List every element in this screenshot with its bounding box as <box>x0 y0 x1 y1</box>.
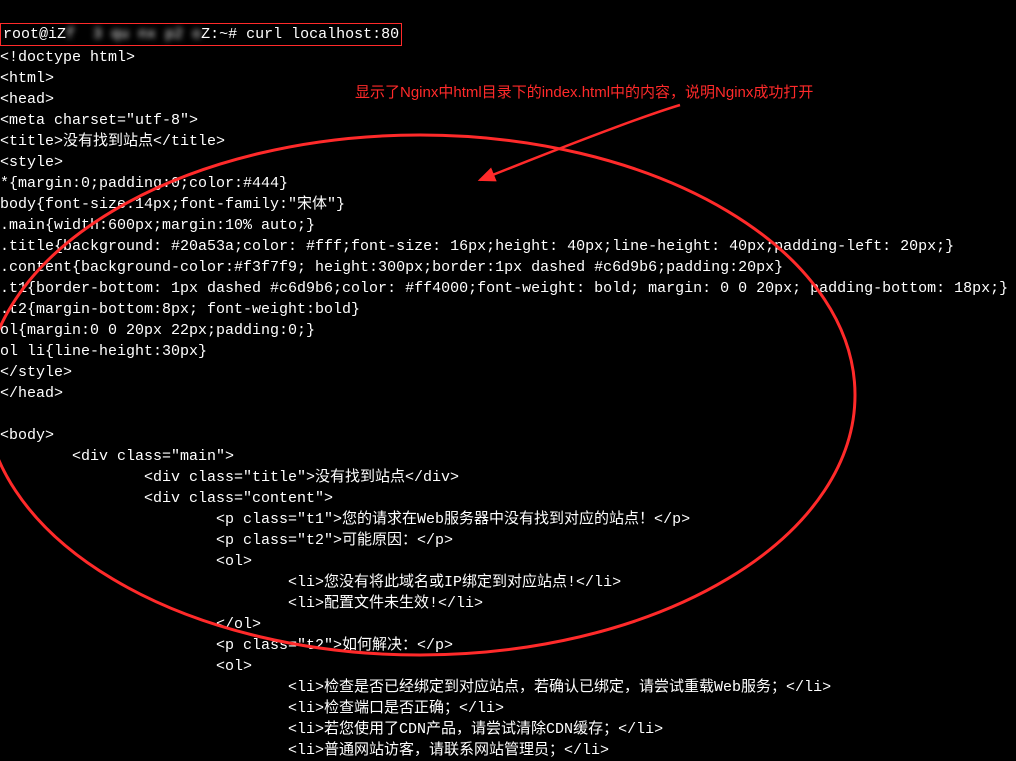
output-line: </head> <box>0 385 63 402</box>
output-line: <div class="main"> <box>0 448 234 465</box>
output-line: <ol> <box>0 553 252 570</box>
terminal-output: root@iZf 3 qu nx p2 oZ:~# curl localhost… <box>0 0 1016 761</box>
output-line: <div class="content"> <box>0 490 333 507</box>
output-line: <p class="t1">您的请求在Web服务器中没有找到对应的站点！</p> <box>0 511 690 528</box>
prompt-host-suffix: Z <box>201 26 210 43</box>
output-line: <li>普通网站访客，请联系网站管理员；</li> <box>0 742 609 759</box>
prompt-host-blurred: f 3 qu nx p2 o <box>66 24 201 45</box>
output-line: .t2{margin-bottom:8px; font-weight:bold} <box>0 301 360 318</box>
output-line: </style> <box>0 364 72 381</box>
prompt-user: root <box>3 26 39 43</box>
output-line: ol{margin:0 0 20px 22px;padding:0;} <box>0 322 315 339</box>
output-line: <li>您没有将此域名或IP绑定到对应站点!</li> <box>0 574 621 591</box>
output-line: .title{background: #20a53a;color: #fff;f… <box>0 238 954 255</box>
output-line: ol li{line-height:30px} <box>0 343 207 360</box>
output-line: <!doctype html> <box>0 49 135 66</box>
output-line: <meta charset="utf-8"> <box>0 112 198 129</box>
annotation-text: 显示了Nginx中html目录下的index.html中的内容，说明Nginx成… <box>355 82 813 103</box>
output-line: .t1{border-bottom: 1px dashed #c6d9b6;co… <box>0 280 1008 297</box>
output-line: body{font-size:14px;font-family:"宋体"} <box>0 196 345 213</box>
output-line: <li>检查是否已经绑定到对应站点，若确认已绑定，请尝试重载Web服务；</li… <box>0 679 831 696</box>
output-line: <div class="title">没有找到站点</div> <box>0 469 459 486</box>
output-line: <p class="t2">可能原因：</p> <box>0 532 453 549</box>
output-line: .content{background-color:#f3f7f9; heigh… <box>0 259 783 276</box>
output-line: <body> <box>0 427 54 444</box>
output-line: <title>没有找到站点</title> <box>0 133 225 150</box>
output-line: <li>配置文件未生效!</li> <box>0 595 483 612</box>
output-line: <ol> <box>0 658 252 675</box>
prompt-command[interactable]: curl localhost:80 <box>246 26 399 43</box>
output-line: </ol> <box>0 616 261 633</box>
output-line: <style> <box>0 154 63 171</box>
output-line: *{margin:0;padding:0;color:#444} <box>0 175 288 192</box>
prompt-path: ~ <box>219 26 228 43</box>
output-line: <li>若您使用了CDN产品，请尝试清除CDN缓存；</li> <box>0 721 663 738</box>
output-line: <li>检查端口是否正确；</li> <box>0 700 504 717</box>
output-line: <p class="t2">如何解决：</p> <box>0 637 453 654</box>
output-line: .main{width:600px;margin:10% auto;} <box>0 217 315 234</box>
prompt-host-prefix: iZ <box>48 26 66 43</box>
output-line: <head> <box>0 91 54 108</box>
command-prompt-box: root@iZf 3 qu nx p2 oZ:~# curl localhost… <box>0 23 402 46</box>
output-line: <html> <box>0 70 54 87</box>
